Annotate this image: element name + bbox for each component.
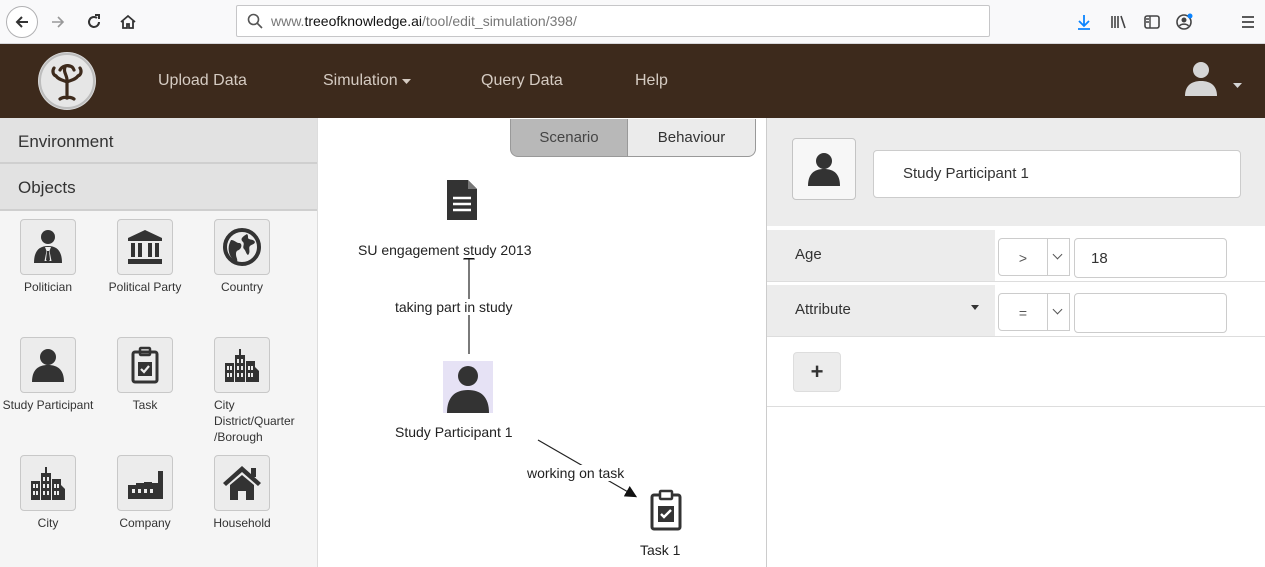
object-detail-panel: Study Participant 1 Age > 18 Attribute =…: [766, 118, 1265, 567]
add-condition-button[interactable]: +: [793, 352, 841, 392]
operator-select[interactable]: =: [998, 293, 1048, 331]
chevron-down-icon[interactable]: [1048, 293, 1070, 331]
forward-button[interactable]: [44, 6, 72, 38]
search-icon: [247, 13, 263, 29]
buildings-icon: [31, 467, 65, 500]
buildings-icon: [225, 349, 259, 382]
condition-attribute: Age: [767, 230, 995, 281]
palette-label: Company: [119, 516, 171, 530]
url-host: treeofknowledge.ai: [304, 13, 422, 29]
palette-label: City District/Quarter /Borough: [214, 398, 295, 444]
library-icon[interactable]: [1106, 10, 1130, 34]
palette-item-company[interactable]: Company: [95, 455, 195, 531]
palette-item-politician[interactable]: Politician: [0, 219, 98, 295]
reload-icon: [88, 14, 100, 28]
caret-down-icon: [402, 79, 412, 84]
caret-down-icon: [971, 305, 979, 310]
tree-logo-icon[interactable]: [38, 52, 96, 110]
globe-icon: [223, 228, 261, 266]
url-path: /tool/edit_simulation/398/: [421, 13, 577, 29]
operator-select[interactable]: >: [998, 238, 1048, 276]
account-icon[interactable]: [1172, 10, 1196, 34]
palette-label: Politician: [23, 280, 73, 294]
palette-item-study-participant[interactable]: Study Participant: [0, 337, 98, 413]
palette-item-political-party[interactable]: Political Party: [95, 219, 195, 295]
add-condition-row: [767, 338, 1265, 407]
node-task[interactable]: [648, 482, 684, 543]
home-button[interactable]: [114, 6, 142, 38]
menu-icon[interactable]: [1236, 10, 1260, 34]
person-icon: [32, 349, 64, 382]
condition-value-input[interactable]: [1074, 293, 1227, 333]
palette-label: Study Participant: [2, 398, 94, 412]
back-button[interactable]: [6, 6, 38, 38]
reload-button[interactable]: [80, 6, 108, 38]
person-icon: [808, 153, 840, 186]
politician-icon: [34, 230, 62, 263]
house-icon: [223, 466, 261, 500]
palette-label: Country: [220, 280, 264, 294]
clipboard-check-icon: [650, 489, 682, 531]
object-palette: Politician Political Party Country Study…: [0, 211, 317, 567]
object-icon-button[interactable]: [792, 138, 856, 200]
user-icon: [1185, 62, 1242, 96]
node-label: SU engagement study 2013: [358, 242, 532, 258]
browser-toolbar: www. treeofknowledge.ai/tool/edit_simulat…: [0, 0, 1265, 44]
objects-section-header[interactable]: Objects: [0, 164, 317, 211]
person-icon: [447, 366, 489, 413]
condition-row: Age > 18: [767, 230, 1265, 282]
arrow-right-icon: [52, 16, 65, 28]
palette-label: Household: [213, 516, 271, 530]
palette-label: Political Party: [108, 280, 182, 294]
factory-icon: [128, 471, 163, 499]
node-su-engagement-study[interactable]: [445, 180, 479, 225]
palette-label: Task: [132, 398, 158, 412]
environment-section-header[interactable]: Environment: [0, 118, 317, 164]
node-label: Task 1: [640, 542, 681, 558]
url-prefix: www.: [271, 13, 305, 29]
edge-label: working on task: [525, 465, 627, 481]
nav-upload-data[interactable]: Upload Data: [158, 72, 247, 90]
node-study-participant[interactable]: [443, 361, 493, 413]
palette-item-city-district[interactable]: City District/Quarter /Borough: [192, 337, 312, 445]
url-bar[interactable]: www. treeofknowledge.ai/tool/edit_simulat…: [236, 5, 990, 37]
graph-canvas[interactable]: Scenario Behaviour SU engagement study 2…: [320, 118, 764, 567]
nav-simulation[interactable]: Simulation: [323, 72, 412, 90]
palette-item-country[interactable]: Country: [192, 219, 292, 295]
home-icon: [120, 14, 136, 29]
app-navbar: Upload Data Simulation Query Data Help: [0, 44, 1265, 118]
condition-value-input[interactable]: 18: [1074, 238, 1227, 278]
palette-item-task[interactable]: Task: [95, 337, 195, 413]
download-icon[interactable]: [1072, 10, 1096, 34]
palette-item-city[interactable]: City: [0, 455, 98, 531]
sidebar-icon[interactable]: [1140, 10, 1164, 34]
nav-query-data[interactable]: Query Data: [481, 72, 563, 90]
object-name-field[interactable]: Study Participant 1: [873, 150, 1241, 198]
object-sidebar: Environment Objects Politician Political…: [0, 118, 318, 567]
condition-row: Attribute =: [767, 285, 1265, 337]
chevron-down-icon[interactable]: [1048, 238, 1070, 276]
edge-label: taking part in study: [393, 299, 515, 315]
arrow-left-icon: [15, 16, 28, 28]
attribute-dropdown[interactable]: Attribute: [767, 285, 995, 336]
user-menu[interactable]: [1183, 58, 1243, 102]
nav-help[interactable]: Help: [635, 72, 668, 90]
node-label: Study Participant 1: [395, 424, 513, 440]
palette-item-household[interactable]: Household: [192, 455, 292, 531]
clipboard-check-icon: [131, 346, 159, 384]
nav-simulation-label: Simulation: [323, 72, 398, 89]
palette-label: City: [37, 516, 59, 530]
document-icon: [447, 180, 477, 220]
institution-icon: [128, 230, 162, 264]
attribute-dropdown-label: Attribute: [795, 301, 851, 318]
object-header: Study Participant 1: [767, 118, 1265, 226]
graph-edges: [463, 247, 638, 498]
